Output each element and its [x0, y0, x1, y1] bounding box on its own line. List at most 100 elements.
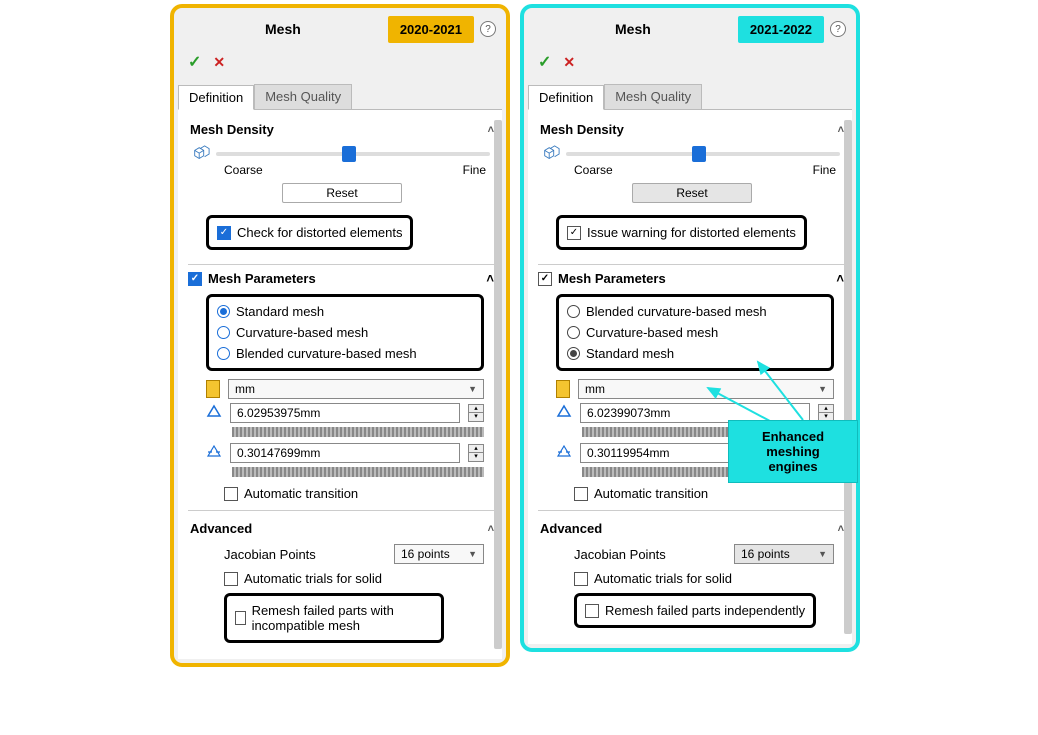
titlebar: Mesh 2020-2021 ?: [178, 12, 502, 46]
ok-icon[interactable]: ✓: [538, 52, 551, 72]
fine-label: Fine: [463, 163, 486, 177]
check-distorted[interactable]: Check for distorted elements: [217, 222, 402, 243]
section-mesh-density[interactable]: Mesh Density ˄: [188, 118, 496, 141]
scrollbar[interactable]: [844, 120, 852, 634]
section-mesh-parameters[interactable]: Mesh Parameters ˄: [538, 271, 846, 290]
version-badge: 2021-2022: [738, 16, 824, 43]
panel-content: Mesh Density ˄ Coarse Fine Reset Issue w: [528, 110, 852, 644]
check-auto-trials[interactable]: Automatic trials for solid: [574, 568, 846, 589]
spinner[interactable]: ▴▾: [468, 404, 484, 422]
mesh-panel-2020: Mesh 2020-2021 ? ✓ ✕ Definition Mesh Qua…: [170, 4, 510, 667]
scrollbar[interactable]: [494, 120, 502, 649]
jacobian-combo[interactable]: 16 points ▼: [734, 544, 834, 564]
checkbox-icon: [538, 272, 552, 286]
panel-inner: Mesh 2020-2021 ? ✓ ✕ Definition Mesh Qua…: [178, 12, 502, 659]
input-value: 0.30119954mm: [587, 446, 670, 460]
density-slider[interactable]: [566, 152, 840, 156]
tab-definition[interactable]: Definition: [178, 85, 254, 110]
ruler-icon: [556, 380, 570, 398]
unit-combo[interactable]: mm ▼: [578, 379, 834, 399]
mesh-panel-2021: Mesh 2021-2022 ? ✓ ✕ Definition Mesh Qua…: [520, 4, 860, 652]
check-label: Remesh failed parts independently: [605, 603, 805, 618]
input-value: 0.30147699mm: [237, 446, 320, 460]
check-remesh-failed[interactable]: Remesh failed parts independently: [585, 600, 805, 621]
radio-standard-mesh[interactable]: Standard mesh: [567, 343, 823, 364]
radio-icon: [217, 347, 230, 360]
check-auto-trials[interactable]: Automatic trials for solid: [224, 568, 496, 589]
radio-blended-mesh[interactable]: Blended curvature-based mesh: [217, 343, 473, 364]
slider-labels: Coarse Fine: [538, 163, 846, 177]
section-advanced[interactable]: Advanced ˄: [538, 517, 846, 540]
check-label: Automatic trials for solid: [244, 571, 382, 586]
chevron-down-icon: ▼: [468, 384, 477, 394]
ruler-icon: [206, 380, 220, 398]
fine-label: Fine: [813, 163, 836, 177]
section-title: Mesh Parameters: [208, 271, 480, 286]
section-mesh-density[interactable]: Mesh Density ˄: [538, 118, 846, 141]
reset-button[interactable]: Reset: [282, 183, 402, 203]
checkbox-icon: [235, 611, 246, 625]
checkbox-icon: [224, 487, 238, 501]
checkbox-icon: [567, 226, 581, 240]
radio-blended-mesh[interactable]: Blended curvature-based mesh: [567, 301, 823, 322]
checkbox-icon: [574, 487, 588, 501]
radio-curvature-mesh[interactable]: Curvature-based mesh: [567, 322, 823, 343]
check-auto-transition[interactable]: Automatic transition: [574, 483, 846, 504]
coarse-label: Coarse: [224, 163, 263, 177]
input-value: 6.02953975mm: [237, 406, 320, 420]
density-slider[interactable]: [216, 152, 490, 156]
unit-combo[interactable]: mm ▼: [228, 379, 484, 399]
checkbox-icon: [188, 272, 202, 286]
panel-content: Mesh Density ˄ Coarse Fine Reset Check f: [178, 110, 502, 659]
highlight-mesh-radios: Standard mesh Curvature-based mesh Blend…: [206, 294, 484, 371]
highlight-distort-check: Issue warning for distorted elements: [556, 215, 807, 250]
help-icon[interactable]: ?: [480, 21, 496, 37]
radio-label: Blended curvature-based mesh: [586, 304, 767, 319]
radio-standard-mesh[interactable]: Standard mesh: [217, 301, 473, 322]
cancel-icon[interactable]: ✕: [213, 54, 225, 71]
section-advanced[interactable]: Advanced ˄: [188, 517, 496, 540]
chevron-up-icon: ˄: [836, 271, 844, 286]
ok-icon[interactable]: ✓: [188, 52, 201, 72]
jacobian-label: Jacobian Points: [574, 547, 726, 562]
radio-curvature-mesh[interactable]: Curvature-based mesh: [217, 322, 473, 343]
radio-icon: [217, 326, 230, 339]
density-slider-row: [538, 141, 846, 163]
check-auto-transition[interactable]: Automatic transition: [224, 483, 496, 504]
cancel-icon[interactable]: ✕: [563, 54, 575, 71]
highlight-remesh: Remesh failed parts with incompatible me…: [224, 593, 444, 643]
density-slider-row: [188, 141, 496, 163]
combo-value: 16 points: [741, 547, 790, 561]
section-title: Mesh Density: [540, 122, 624, 137]
radio-icon: [567, 347, 580, 360]
chevron-down-icon: ▼: [818, 384, 827, 394]
check-label: Automatic transition: [244, 486, 358, 501]
global-size-input[interactable]: 6.02953975mm: [230, 403, 460, 423]
tolerance-input[interactable]: 0.30147699mm: [230, 443, 460, 463]
help-icon[interactable]: ?: [830, 21, 846, 37]
global-size-icon: [556, 404, 572, 423]
reset-button[interactable]: Reset: [632, 183, 752, 203]
check-distorted-warning[interactable]: Issue warning for distorted elements: [567, 222, 796, 243]
unit-row: mm ▼: [206, 379, 484, 399]
tab-definition[interactable]: Definition: [528, 85, 604, 110]
titlebar: Mesh 2021-2022 ?: [528, 12, 852, 46]
checkbox-icon: [585, 604, 599, 618]
tab-mesh-quality[interactable]: Mesh Quality: [254, 84, 352, 109]
spinner[interactable]: ▴▾: [468, 444, 484, 462]
checkbox-icon: [574, 572, 588, 586]
tolerance-row: 0.30147699mm ▴▾: [206, 443, 484, 463]
section-title: Mesh Parameters: [558, 271, 830, 286]
check-remesh-failed[interactable]: Remesh failed parts with incompatible me…: [235, 600, 433, 636]
jacobian-combo[interactable]: 16 points ▼: [394, 544, 484, 564]
tab-mesh-quality[interactable]: Mesh Quality: [604, 84, 702, 109]
tolerance-icon: [556, 444, 572, 463]
chevron-down-icon: ▼: [818, 549, 827, 559]
section-mesh-parameters[interactable]: Mesh Parameters ˄: [188, 271, 496, 290]
tab-bar: Definition Mesh Quality: [528, 82, 852, 110]
radio-icon: [567, 305, 580, 318]
version-badge: 2020-2021: [388, 16, 474, 43]
jacobian-row: Jacobian Points 16 points ▼: [574, 544, 834, 564]
jacobian-label: Jacobian Points: [224, 547, 386, 562]
callout-enhanced-engines: Enhanced meshing engines: [728, 420, 858, 483]
